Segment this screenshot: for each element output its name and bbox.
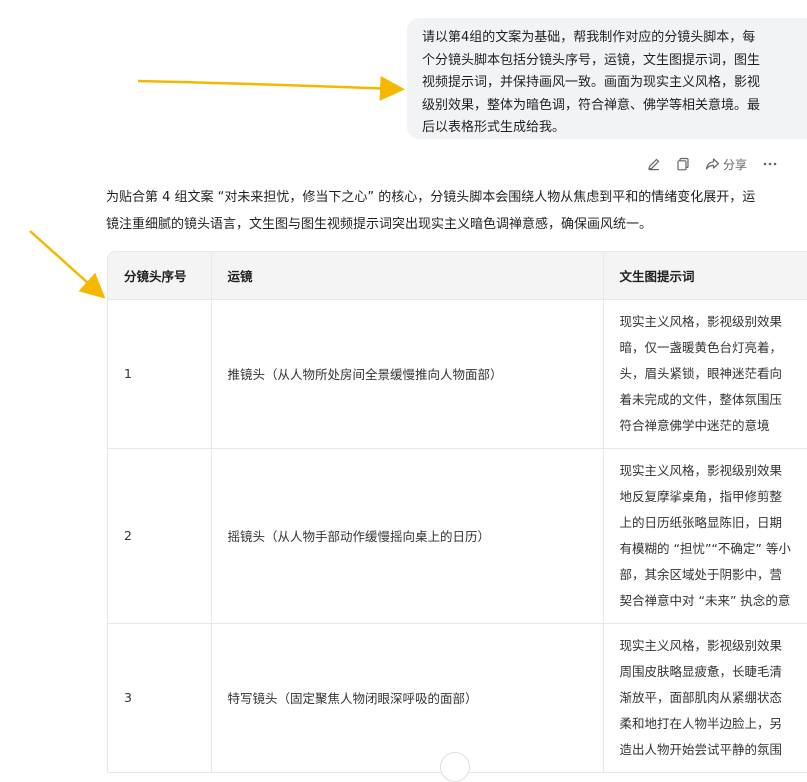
prompt-line: 契合禅意中对 “未来” 执念的意 [620,588,807,614]
user-message-line: 级别效果，整体为暗色调，符合禅意、佛学等相关意境。最 [422,95,793,118]
copy-button[interactable] [676,157,690,171]
edit-button[interactable] [647,157,661,171]
prompt-line: 部，其余区域处于阴影中，营 [620,562,807,588]
annotation-arrow-to-table [0,0,120,310]
share-icon [705,157,720,171]
cell-image-prompt: 现实主义风格，影视级别效果 周围皮肤略显疲惫，长睫毛清 渐放平，面部肌肉从紧绷状… [603,623,807,772]
prompt-line: 渐放平，面部肌肉从紧绷状态 [620,685,807,711]
table-row: 2 摇镜头（从人物手部动作缓慢摇向桌上的日历） 现实主义风格，影视级别效果 地反… [108,448,807,623]
share-button[interactable]: 分享 [705,156,747,173]
user-message-line: 后以表格形式生成给我。 [422,117,793,140]
user-message-line: 个分镜头脚本包括分镜头序号，运镜，文生图提示词，图生 [422,50,793,73]
prompt-line: 地反复摩挲桌角，指甲修剪整 [620,484,807,510]
cell-camera-movement: 特写镜头（固定聚焦人物闭眼深呼吸的面部） [211,623,603,772]
prompt-line: 符合禅意佛学中迷茫的意境 [620,413,807,439]
message-action-bar: 分享 [647,154,793,174]
cell-image-prompt: 现实主义风格，影视级别效果 暗，仅一盏暖黄色台灯亮着， 头，眉头紧锁，眼神迷茫看… [603,299,807,448]
share-label: 分享 [723,156,747,173]
table-row: 3 特写镜头（固定聚焦人物闭眼深呼吸的面部） 现实主义风格，影视级别效果 周围皮… [108,623,807,772]
prompt-line: 着未完成的文件，整体氛围压 [620,387,807,413]
prompt-line: 现实主义风格，影视级别效果 [620,458,807,484]
annotation-arrow-to-message [0,0,420,120]
user-message-bubble: 请以第4组的文案为基础，帮我制作对应的分镜头脚本，每 个分镜头脚本包括分镜头序号… [407,18,807,139]
prompt-line: 柔和地打在人物半边脸上，另 [620,711,807,737]
user-message-line: 视频提示词，并保持画风一致。画面为现实主义风格，影视 [422,72,793,95]
storyboard-table: 分镜头序号 运镜 文生图提示词 1 推镜头（从人物所处房间全景缓慢推向人物面部）… [107,251,807,773]
table-row: 1 推镜头（从人物所处房间全景缓慢推向人物面部） 现实主义风格，影视级别效果 暗… [108,299,807,448]
prompt-line: 上的日历纸张略显陈旧，日期 [620,510,807,536]
more-options-button[interactable] [762,157,778,171]
intro-line: 为贴合第 4 组文案 “对未来担忧，修当下之心” 的核心，分镜头脚本会围绕人物从… [106,185,807,212]
prompt-line: 现实主义风格，影视级别效果 [620,633,807,659]
prompt-line: 暗，仅一盏暖黄色台灯亮着， [620,335,807,361]
more-icon [762,157,778,171]
header-shot-number: 分镜头序号 [108,252,211,299]
table-header-row: 分镜头序号 运镜 文生图提示词 [108,252,807,299]
scroll-down-button[interactable] [440,752,470,782]
cell-shot-number: 3 [108,623,211,772]
cell-camera-movement: 推镜头（从人物所处房间全景缓慢推向人物面部） [211,299,603,448]
user-message-line: 请以第4组的文案为基础，帮我制作对应的分镜头脚本，每 [422,27,793,50]
copy-icon [676,157,690,171]
cell-shot-number: 2 [108,448,211,623]
prompt-line: 现实主义风格，影视级别效果 [620,309,807,335]
cell-image-prompt: 现实主义风格，影视级别效果 地反复摩挲桌角，指甲修剪整 上的日历纸张略显陈旧，日… [603,448,807,623]
prompt-line: 有模糊的 “担忧”“不确定” 等小 [620,536,807,562]
prompt-line: 头，眉头紧锁，眼神迷茫看向 [620,361,807,387]
intro-line: 镜注重细腻的镜头语言，文生图与图生视频提示词突出现实主义暗色调禅意感，确保画风统… [106,212,807,239]
prompt-line: 周围皮肤略显疲惫，长睫毛清 [620,659,807,685]
edit-icon [647,157,661,171]
header-image-prompt: 文生图提示词 [603,252,807,299]
assistant-intro-text: 为贴合第 4 组文案 “对未来担忧，修当下之心” 的核心，分镜头脚本会围绕人物从… [106,185,807,238]
prompt-line: 造出人物开始尝试平静的氛围 [620,737,807,763]
cell-camera-movement: 摇镜头（从人物手部动作缓慢摇向桌上的日历） [211,448,603,623]
cell-shot-number: 1 [108,299,211,448]
header-camera-movement: 运镜 [211,252,603,299]
